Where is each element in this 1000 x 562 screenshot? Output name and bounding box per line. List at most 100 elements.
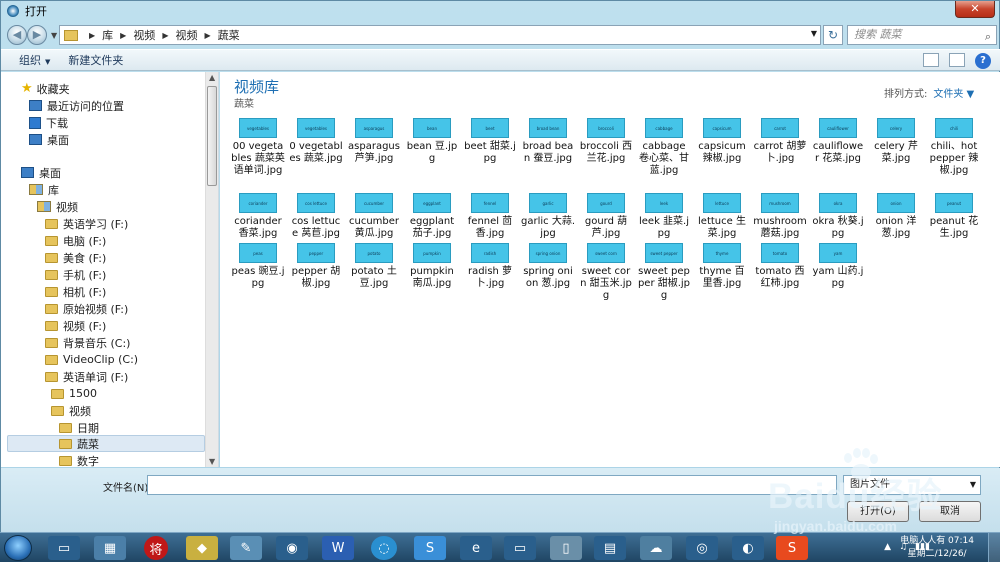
filename-input[interactable] xyxy=(147,475,837,495)
file-item[interactable]: eggplant eggplant 茄子.jpg xyxy=(405,193,459,240)
file-item[interactable]: sweet pepper sweet pepper 甜椒.jpg xyxy=(637,243,691,302)
sidebar-item-desktop-root[interactable]: 桌面 xyxy=(21,164,61,181)
chevron-right-icon[interactable]: ▶ xyxy=(204,31,210,40)
filetype-select[interactable]: 图片文件 ▼ xyxy=(843,475,981,495)
file-item[interactable]: pumpkin pumpkin 南瓜.jpg xyxy=(405,243,459,290)
preview-pane-icon[interactable] xyxy=(949,53,965,67)
arrange-dropdown[interactable]: 文件夹 ▼ xyxy=(933,89,974,100)
chrome-icon[interactable]: ◉ xyxy=(276,536,308,560)
sidebar-scrollbar[interactable]: ▲ ▼ xyxy=(205,72,218,467)
breadcrumb-item[interactable]: 蔬菜 xyxy=(218,27,240,43)
sidebar-folder[interactable]: 视频 (F:) xyxy=(45,317,106,334)
open-button[interactable]: 打开(O) xyxy=(847,501,909,522)
address-bar[interactable]: ▶ 库 ▶ 视频 ▶ 视频 ▶ 蔬菜 ▼ xyxy=(59,25,821,45)
file-item[interactable]: onion onion 洋葱.jpg xyxy=(869,193,923,240)
breadcrumb-item[interactable]: 视频 xyxy=(133,27,155,43)
start-button[interactable] xyxy=(4,535,32,561)
scroll-down-icon[interactable]: ▼ xyxy=(209,457,215,466)
file-item[interactable]: lettuce lettuce 生菜.jpg xyxy=(695,193,749,240)
sidebar-item-desktop[interactable]: 桌面 xyxy=(29,131,69,148)
taskbar-app-icon[interactable]: ▦ xyxy=(94,536,126,560)
breadcrumb-item[interactable]: 库 xyxy=(102,27,113,43)
sidebar-folder[interactable]: 英语学习 (F:) xyxy=(45,215,128,232)
chevron-right-icon[interactable]: ▶ xyxy=(120,31,126,40)
file-item[interactable]: thyme thyme 百里香.jpg xyxy=(695,243,749,290)
view-mode-icon[interactable] xyxy=(923,53,939,67)
file-item[interactable]: vegetables 00 vegetables 蔬菜英语单词.jpg xyxy=(231,118,285,177)
close-button[interactable]: ✕ xyxy=(955,1,995,18)
taskbar-app-icon[interactable]: ◐ xyxy=(732,536,764,560)
tray-expand-icon[interactable]: ▲ xyxy=(884,542,891,552)
file-item[interactable]: mushroom mushroom 蘑菇.jpg xyxy=(753,193,807,240)
clock[interactable]: 电脑人人有 07:14 星期二/12/26/ xyxy=(900,535,974,561)
sidebar-folder[interactable]: 数字 xyxy=(59,452,99,467)
taskbar-app-icon[interactable]: ▯ xyxy=(550,536,582,560)
file-item[interactable]: coriander coriander 香菜.jpg xyxy=(231,193,285,240)
sidebar-folder[interactable]: 背景音乐 (C:) xyxy=(45,334,130,351)
taskbar-app-icon[interactable]: ◌ xyxy=(371,536,397,560)
cancel-button[interactable]: 取消 xyxy=(919,501,981,522)
file-item[interactable]: cauliflower cauliflower 花菜.jpg xyxy=(811,118,865,165)
scroll-up-icon[interactable]: ▲ xyxy=(209,73,215,82)
file-item[interactable]: vegetables 0 vegetables 蔬菜.jpg xyxy=(289,118,343,165)
sidebar-folder[interactable]: 日期 xyxy=(59,419,99,436)
sidebar-folder[interactable]: 手机 (F:) xyxy=(45,266,106,283)
sidebar-item-downloads[interactable]: 下载 xyxy=(29,114,68,131)
file-item[interactable]: broad bean broad bean 蚕豆.jpg xyxy=(521,118,575,165)
organize-button[interactable]: 组织 ▼ xyxy=(19,52,50,68)
sidebar-folder[interactable]: 视频 xyxy=(51,402,91,419)
file-item[interactable]: spring onion spring onion 葱.jpg xyxy=(521,243,575,290)
refresh-button[interactable]: ↻ xyxy=(823,25,843,45)
file-item[interactable]: garlic garlic 大蒜.jpg xyxy=(521,193,575,240)
ie-icon[interactable]: e xyxy=(460,536,492,560)
file-item[interactable]: capsicum capsicum 辣椒.jpg xyxy=(695,118,749,165)
file-item[interactable]: sweet corn sweet corn 甜玉米.jpg xyxy=(579,243,633,302)
file-item[interactable]: celery celery 芹菜.jpg xyxy=(869,118,923,165)
sidebar-folder[interactable]: 美食 (F:) xyxy=(45,249,106,266)
sidebar-folder[interactable]: 英语单词 (F:) xyxy=(45,368,128,385)
file-item[interactable]: fennel fennel 茴香.jpg xyxy=(463,193,517,240)
sidebar-folder-selected[interactable]: 蔬菜 xyxy=(7,435,205,452)
sidebar-item-video[interactable]: 视频 xyxy=(37,198,78,215)
taskbar-app-icon[interactable]: 将 xyxy=(144,536,168,560)
chevron-right-icon[interactable]: ▶ xyxy=(162,31,168,40)
sidebar-folder[interactable]: 电脑 (F:) xyxy=(45,232,106,249)
help-icon[interactable]: ? xyxy=(975,53,991,69)
taskbar-app-icon[interactable]: S xyxy=(414,536,446,560)
sidebar-item-favorites[interactable]: ★ 收藏夹 xyxy=(21,80,70,97)
sidebar-item-libraries[interactable]: 库 xyxy=(29,181,59,198)
chevron-down-icon[interactable]: ▼ xyxy=(811,29,817,38)
file-item[interactable]: yam yam 山药.jpg xyxy=(811,243,865,290)
search-icon[interactable]: ⌕ xyxy=(985,28,991,46)
sidebar-folder[interactable]: 相机 (F:) xyxy=(45,283,106,300)
sidebar-folder[interactable]: 1500 xyxy=(51,385,97,402)
file-item[interactable]: chili chili、hot pepper 辣椒.jpg xyxy=(927,118,981,177)
sidebar-folder[interactable]: 原始视频 (F:) xyxy=(45,300,128,317)
sidebar-folder[interactable]: VideoClip (C:) xyxy=(45,351,138,368)
word-icon[interactable]: W xyxy=(322,536,354,560)
file-item[interactable]: beet beet 甜菜.jpg xyxy=(463,118,517,165)
chevron-right-icon[interactable]: ▶ xyxy=(89,31,95,40)
file-item[interactable]: leek leek 韭菜.jpg xyxy=(637,193,691,240)
forward-button[interactable]: ▶ xyxy=(27,25,47,45)
file-item[interactable]: peanut peanut 花生.jpg xyxy=(927,193,981,240)
file-item[interactable]: gourd gourd 葫芦.jpg xyxy=(579,193,633,240)
new-folder-button[interactable]: 新建文件夹 xyxy=(68,52,123,68)
explorer-icon[interactable]: ▤ xyxy=(594,536,626,560)
paint-icon[interactable]: ✎ xyxy=(230,536,262,560)
file-item[interactable]: potato potato 土豆.jpg xyxy=(347,243,401,290)
file-item[interactable]: radish radish 萝卜.jpg xyxy=(463,243,517,290)
history-dropdown-icon[interactable]: ▼ xyxy=(51,31,57,40)
file-item[interactable]: okra okra 秋葵.jpg xyxy=(811,193,865,240)
file-item[interactable]: pepper pepper 胡椒.jpg xyxy=(289,243,343,290)
search-input[interactable]: 搜索 蔬菜 ⌕ xyxy=(847,25,997,45)
file-item[interactable]: peas peas 豌豆.jpg xyxy=(231,243,285,290)
show-desktop-button[interactable] xyxy=(988,533,1000,562)
taskbar-app-icon[interactable]: ☁ xyxy=(640,536,672,560)
scrollbar-thumb[interactable] xyxy=(207,86,217,186)
taskbar-app-icon[interactable]: ◆ xyxy=(186,536,218,560)
file-item[interactable]: cos lettuce cos lettuce 莴苣.jpg xyxy=(289,193,343,240)
file-item[interactable]: cabbage cabbage 卷心菜、甘蓝.jpg xyxy=(637,118,691,177)
file-item[interactable]: carrot carrot 胡萝卜.jpg xyxy=(753,118,807,165)
breadcrumb-item[interactable]: 视频 xyxy=(175,27,197,43)
